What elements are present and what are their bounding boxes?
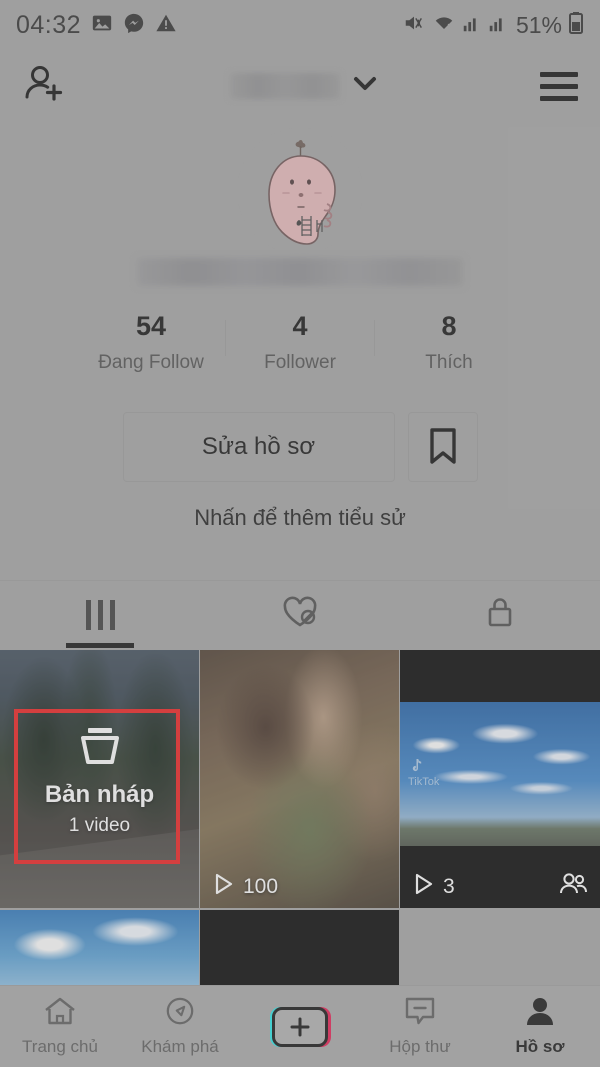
play-icon <box>414 873 434 901</box>
bookmark-button[interactable] <box>407 412 478 482</box>
friends-icon <box>558 872 588 902</box>
draft-subtitle: 1 video <box>68 814 131 836</box>
stat-following-label: Đang Follow <box>98 351 204 373</box>
tab-liked-hidden[interactable] <box>200 581 400 648</box>
video-thumbnail <box>0 910 199 985</box>
bookmark-icon <box>427 427 459 468</box>
inbox-message-icon <box>404 996 436 1031</box>
signal-bars-2-icon <box>488 12 508 39</box>
photo-icon <box>91 12 113 39</box>
stat-following[interactable]: 54 Đang Follow <box>77 310 225 374</box>
wifi-icon <box>432 12 456 39</box>
stat-likes-value: 8 <box>441 311 457 341</box>
messenger-icon <box>123 12 145 39</box>
profile-handle-redacted <box>137 258 463 286</box>
empty-slot <box>400 910 600 985</box>
grid-bars-icon <box>85 599 115 630</box>
profile-actions: Sửa hồ sơ <box>0 412 600 482</box>
warning-icon <box>155 12 177 39</box>
profile-stats: 54 Đang Follow 4 Follower 8 Thích <box>0 310 600 374</box>
top-navigation-bar <box>0 50 600 122</box>
avatar-container <box>0 126 600 256</box>
bottom-navigation-bar: Trang chủ Khám phá Hộp thư Hồ sơ <box>0 985 600 1067</box>
battery-icon <box>568 11 584 40</box>
view-count: 100 <box>243 875 279 898</box>
nav-item-create[interactable] <box>240 1006 360 1047</box>
nav-item-home[interactable]: Trang chủ <box>0 996 120 1057</box>
stat-followers-value: 4 <box>292 311 308 341</box>
stat-likes-label: Thích <box>425 351 473 373</box>
heart-slash-icon <box>280 594 320 635</box>
tab-private[interactable] <box>400 581 600 648</box>
watermark-label: TikTok <box>408 776 440 789</box>
nav-item-profile-label: Hồ sơ <box>515 1037 565 1056</box>
mute-vibrate-icon <box>402 12 426 39</box>
status-bar-left: 04:32 <box>16 11 177 40</box>
tab-videos[interactable] <box>0 581 200 648</box>
compass-icon <box>164 996 196 1031</box>
username-redacted <box>230 73 340 99</box>
view-count-group: 3 <box>414 873 455 901</box>
add-person-icon[interactable] <box>22 61 68 112</box>
battery-percent: 51% <box>515 11 562 38</box>
person-icon <box>524 996 556 1031</box>
hamburger-menu-icon[interactable] <box>540 71 578 101</box>
video-meta: 3 <box>400 866 600 908</box>
create-plus-icon[interactable] <box>270 1006 331 1047</box>
chevron-down-icon[interactable] <box>352 74 378 99</box>
nav-item-profile[interactable]: Hồ sơ <box>480 996 600 1057</box>
grid-item-video-4[interactable] <box>200 910 399 985</box>
nav-item-home-label: Trang chủ <box>22 1037 98 1056</box>
grid-item-video-2[interactable]: TikTok 3 <box>400 650 600 908</box>
nav-item-discover[interactable]: Khám phá <box>120 996 240 1057</box>
signal-bars-icon <box>462 12 482 39</box>
tab-active-underline <box>66 643 134 648</box>
home-icon <box>43 996 77 1031</box>
nav-item-inbox-label: Hộp thư <box>389 1037 451 1056</box>
grid-item-draft[interactable]: Bản nháp 1 video <box>0 650 199 908</box>
avatar[interactable] <box>237 128 363 254</box>
bio-placeholder[interactable]: Nhấn để thêm tiểu sử <box>0 505 600 531</box>
play-icon <box>214 873 234 901</box>
profile-handle-container <box>0 258 600 286</box>
view-count: 3 <box>443 875 455 898</box>
status-time: 04:32 <box>16 10 82 39</box>
stat-likes[interactable]: 8 Thích <box>375 310 523 374</box>
stat-followers[interactable]: 4 Follower <box>226 310 374 374</box>
grid-item-video-1[interactable]: 100 <box>200 650 399 908</box>
video-thumbnail <box>200 910 399 985</box>
profile-tabs <box>0 580 600 648</box>
username-dropdown[interactable] <box>230 73 378 99</box>
stat-following-value: 54 <box>135 311 167 341</box>
draft-overlay: Bản nháp 1 video <box>0 650 199 908</box>
draft-title: Bản nháp <box>44 780 155 808</box>
stat-followers-label: Follower <box>264 351 336 373</box>
view-count-group: 100 <box>214 873 278 901</box>
status-bar: 04:32 51% <box>0 0 600 50</box>
grid-item-empty <box>400 910 600 985</box>
create-main-layer <box>272 1006 328 1047</box>
drafts-box-icon <box>74 722 126 775</box>
video-meta: 100 <box>200 866 399 908</box>
nav-item-discover-label: Khám phá <box>141 1037 219 1056</box>
tiktok-watermark: TikTok <box>408 758 439 789</box>
video-grid: Bản nháp 1 video 100 TikTok 3 <box>0 650 600 985</box>
grid-item-video-3[interactable] <box>0 910 199 985</box>
tiktok-profile-screen: 04:32 51% 54 Đang Follow 4 Follower 8 Th… <box>0 0 600 1067</box>
nav-item-inbox[interactable]: Hộp thư <box>360 996 480 1057</box>
status-bar-right: 51% <box>402 11 584 40</box>
edit-profile-button[interactable]: Sửa hồ sơ <box>122 412 395 482</box>
lock-icon <box>484 594 516 635</box>
